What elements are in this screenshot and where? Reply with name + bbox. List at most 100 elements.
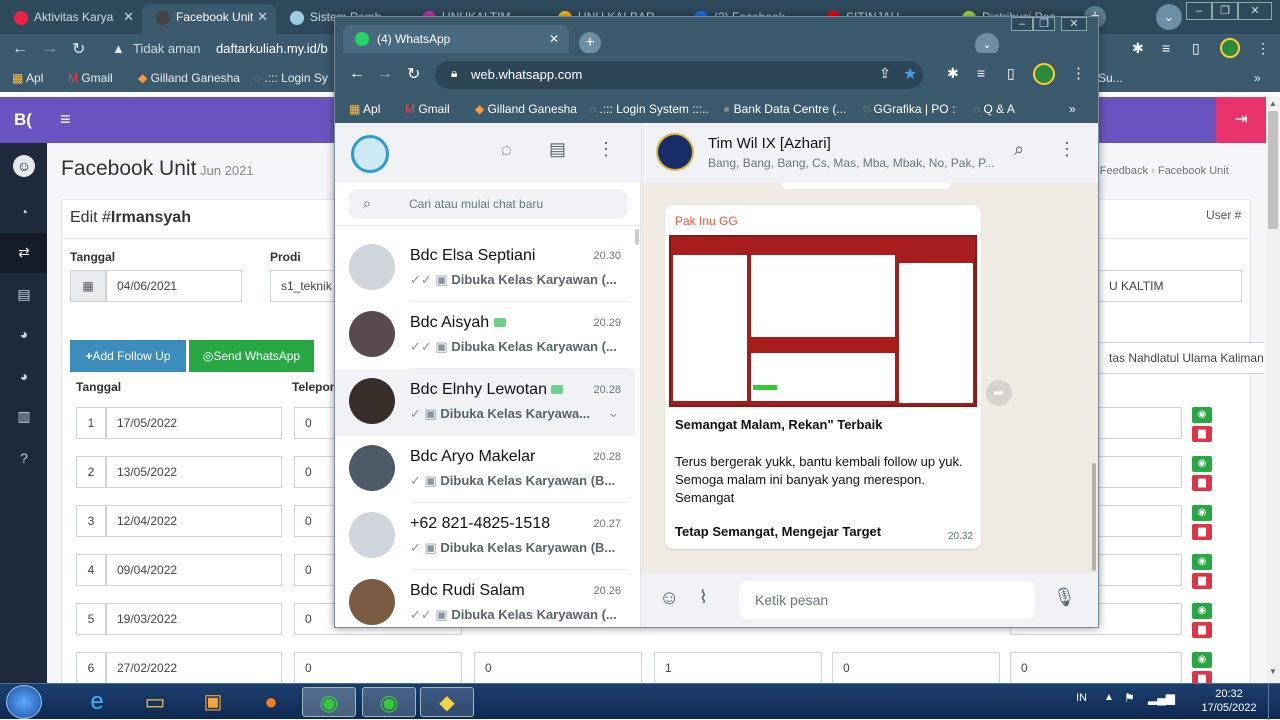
chrome-icon-2[interactable]: ◉ (362, 687, 416, 717)
conversation-header[interactable]: Tim Wil IX [Azhari] Bang, Bang, Bang, Cs… (641, 123, 1098, 183)
row-field[interactable]: 0 (1010, 652, 1182, 684)
chat-item[interactable]: Bdc Elsa Septiani 20.30 ✓✓ ▣ Dibuka Kela… (335, 235, 635, 302)
view-icon[interactable]: ◉ (1192, 456, 1212, 472)
new-chat-icon[interactable]: ▤ (549, 139, 566, 160)
firefox-icon[interactable]: ● (244, 687, 298, 717)
explorer-icon[interactable]: ▭ (128, 687, 182, 717)
bookmark-gilland[interactable]: ◆ Gilland Ganesha (138, 71, 240, 85)
chat-item[interactable]: +62 821-4825-1518 20.27 ✓ ▣ Dibuka Kelas… (335, 503, 635, 570)
pie-chart-icon[interactable]: ◕ (13, 323, 35, 345)
scroll-thumb[interactable] (1268, 111, 1278, 229)
row-field[interactable]: 1 (654, 652, 822, 684)
close-icon[interactable]: ✕ (549, 25, 559, 53)
apps-icon[interactable]: ▦ Apl (349, 102, 380, 116)
menu-icon[interactable]: ⋮ (1256, 40, 1270, 57)
url-text[interactable]: web.whatsapp.com (471, 67, 582, 82)
row-date[interactable]: 27/02/2022 (106, 652, 282, 684)
tab-whatsapp[interactable]: (4) WhatsApp ✕ (343, 25, 569, 53)
view-icon[interactable]: ◉ (1192, 652, 1212, 668)
bookmark-gmail[interactable]: M Gmail (68, 71, 113, 85)
forward-icon[interactable]: → (42, 40, 58, 58)
prodi-select[interactable]: s1_teknik (270, 270, 340, 302)
view-icon[interactable]: ◉ (1192, 603, 1212, 619)
conversation-scrollbar[interactable] (1092, 463, 1096, 571)
more-bookmarks-icon[interactable]: » (1254, 71, 1261, 85)
bar-chart-icon[interactable]: ▥ (13, 405, 35, 427)
ie-icon[interactable]: e (70, 687, 124, 717)
chat-item[interactable]: Bdc Aryo Makelar 20.28 ✓ ▣ Dibuka Kelas … (335, 436, 635, 503)
exchange-icon[interactable]: ⇄ (13, 241, 35, 263)
extensions-icon[interactable]: ✱ (1132, 40, 1144, 57)
chat-list-scrollbar[interactable] (635, 229, 639, 245)
logout-button[interactable]: ⇥ (1216, 97, 1266, 143)
bookmark-login[interactable]: ◌ .::: Login Sy (254, 71, 328, 85)
row-field[interactable]: 0 (832, 652, 1000, 684)
view-icon[interactable]: ◉ (1192, 407, 1212, 423)
forward-icon[interactable]: → (377, 65, 393, 83)
row-field[interactable]: 0 (474, 652, 642, 684)
bookmark-su[interactable]: Su... (1098, 71, 1123, 85)
pie-chart-icon-2[interactable]: ◕ (13, 365, 35, 387)
volume-icon[interactable]: 🔈︎ (1170, 690, 1178, 706)
view-icon[interactable]: ◉ (1192, 505, 1212, 521)
status-icon[interactable]: ◌ (501, 140, 512, 161)
help-icon[interactable]: ? (13, 447, 35, 469)
sidepanel-icon[interactable]: ▯ (1192, 40, 1200, 57)
notes-icon[interactable]: ◆ (420, 687, 474, 717)
reload-icon[interactable]: ↻ (72, 39, 85, 59)
search-icon[interactable]: ⌕ (1014, 139, 1024, 160)
address-host[interactable]: daftarkuliah.my.id/b (216, 41, 328, 56)
bookmark-bank-data[interactable]: ● Bank Data Centre (... (723, 102, 846, 116)
show-desktop-button[interactable] (1268, 684, 1280, 720)
tab-facebook-unit[interactable]: Facebook Unit ✕ (142, 4, 276, 34)
share-icon[interactable]: ⇪ (879, 65, 891, 82)
omnibox[interactable]: 🔒︎ web.whatsapp.com ⇪ ★ (435, 61, 923, 89)
search-box[interactable]: ⌕ Cari atau mulai chat baru (349, 189, 627, 219)
row-date[interactable]: 19/03/2022 (106, 603, 282, 635)
row-date[interactable]: 17/05/2022 (106, 407, 282, 439)
clock[interactable]: 20:32 17/05/2022 (1196, 687, 1262, 715)
user-avatar[interactable]: ☺ (13, 155, 35, 177)
row-telepon[interactable]: 0 (294, 652, 462, 684)
delete-icon[interactable]: ▆ (1192, 524, 1212, 540)
delete-icon[interactable]: ▆ (1192, 622, 1212, 638)
close-icon[interactable]: ✕ (123, 4, 134, 30)
view-icon[interactable]: ◉ (1192, 554, 1212, 570)
menu-icon[interactable]: ⋮ (1058, 139, 1076, 160)
minimize-button[interactable]: – (1011, 17, 1033, 31)
menu-icon[interactable]: ⋮ (1071, 64, 1086, 82)
back-icon[interactable]: ← (12, 40, 28, 58)
close-icon[interactable]: ✕ (257, 4, 268, 30)
add-followup-button[interactable]: +Add Follow Up (70, 340, 186, 372)
menu-icon[interactable]: ⋮ (597, 139, 615, 160)
file-icon[interactable]: ▤ (13, 283, 35, 305)
close-window-button[interactable]: ✕ (1061, 17, 1087, 31)
row-date[interactable]: 09/04/2022 (106, 554, 282, 586)
hamburger-icon[interactable]: ≡ (60, 109, 71, 130)
bookmark-qa[interactable]: ◌ Q & A (973, 102, 1015, 116)
restore-button[interactable]: ❐ (1212, 2, 1238, 20)
flag-icon[interactable]: ⚑ (1124, 691, 1135, 705)
attach-icon[interactable]: ⌇ (699, 587, 708, 608)
more-bookmarks-icon[interactable]: » (1069, 102, 1076, 116)
delete-icon[interactable]: ▆ (1192, 426, 1212, 442)
bookmark-login[interactable]: ◌ .::: Login System :::.. (589, 102, 709, 116)
chrome-icon[interactable]: ◉ (302, 687, 356, 717)
microphone-icon[interactable]: 🎙︎ (1053, 587, 1076, 608)
new-tab-button[interactable]: + (579, 32, 601, 54)
close-window-button[interactable]: ✕ (1238, 2, 1272, 20)
profile-avatar[interactable] (1033, 63, 1055, 85)
start-button[interactable] (6, 685, 42, 719)
delete-icon[interactable]: ▆ (1192, 475, 1212, 491)
language-indicator[interactable]: IN (1076, 692, 1087, 704)
media-icon[interactable]: ≡ (1162, 40, 1170, 56)
row-date[interactable]: 13/05/2022 (106, 456, 282, 488)
tab-search-button[interactable]: ⌄ (1156, 4, 1182, 30)
universitas-input[interactable]: tas Nahdlatul Ulama Kalimantan (1098, 342, 1264, 374)
message-bubble[interactable]: Pak Inu GG Semangat Malam, Rekan" Terbai… (665, 205, 981, 549)
group-avatar[interactable] (656, 133, 694, 171)
minimize-button[interactable]: – (1186, 2, 1212, 20)
my-avatar[interactable] (351, 135, 389, 173)
app-logo[interactable]: B( (14, 110, 32, 130)
dashboard-icon[interactable]: ◔ (13, 201, 35, 223)
